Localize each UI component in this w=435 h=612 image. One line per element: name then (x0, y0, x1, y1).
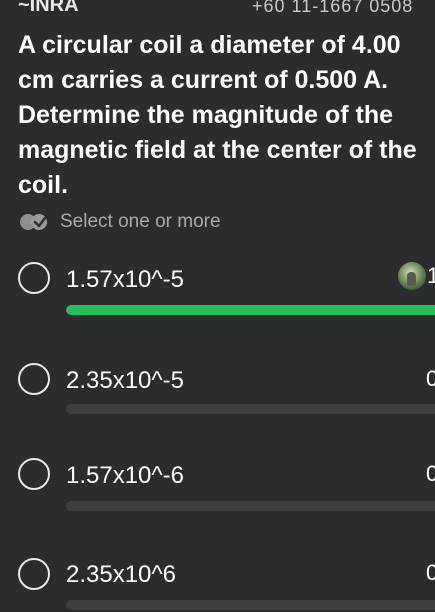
vote-bar (66, 404, 435, 414)
radio-button[interactable] (18, 558, 50, 590)
poll-hint: Select one or more (20, 208, 221, 236)
poll-option-label: 2.35x10^-5 (66, 367, 185, 394)
poll-question: A circular coil a diameter of 4.00 cm ca… (18, 31, 417, 199)
message-header: ~INRA +60 11-1667 0508 (0, 0, 435, 22)
radio-button[interactable] (18, 363, 50, 395)
poll-option[interactable]: 1.57x10^-6 0 (0, 448, 435, 518)
vote-bar (66, 305, 435, 315)
vote-bar (66, 501, 435, 511)
poll-hint-text: Select one or more (60, 211, 221, 232)
poll-option-label: 1.57x10^-6 (66, 462, 185, 489)
vote-count: 0 (426, 461, 435, 486)
vote-count: 0 (426, 560, 435, 585)
sender-phone[interactable]: +60 11-1667 0508 (252, 0, 413, 17)
double-check-icon (20, 213, 50, 231)
poll-option[interactable]: 2.35x10^-5 0 (0, 350, 435, 420)
poll-option-label: 2.35x10^6 (66, 561, 177, 588)
poll-option-label: 1.57x10^-5 (66, 266, 185, 293)
vote-count: 1 (427, 263, 435, 288)
sender-name[interactable]: ~INRA (18, 0, 79, 17)
radio-button[interactable] (18, 262, 50, 294)
vote-bar-fill (66, 305, 435, 315)
poll-option[interactable]: 2.35x10^6 0 (0, 545, 435, 612)
vote-bar (66, 600, 435, 610)
radio-button[interactable] (18, 458, 50, 490)
vote-count: 0 (426, 366, 435, 391)
poll-option[interactable]: 1.57x10^-5 1 (0, 250, 435, 320)
voter-avatar[interactable] (398, 262, 426, 290)
